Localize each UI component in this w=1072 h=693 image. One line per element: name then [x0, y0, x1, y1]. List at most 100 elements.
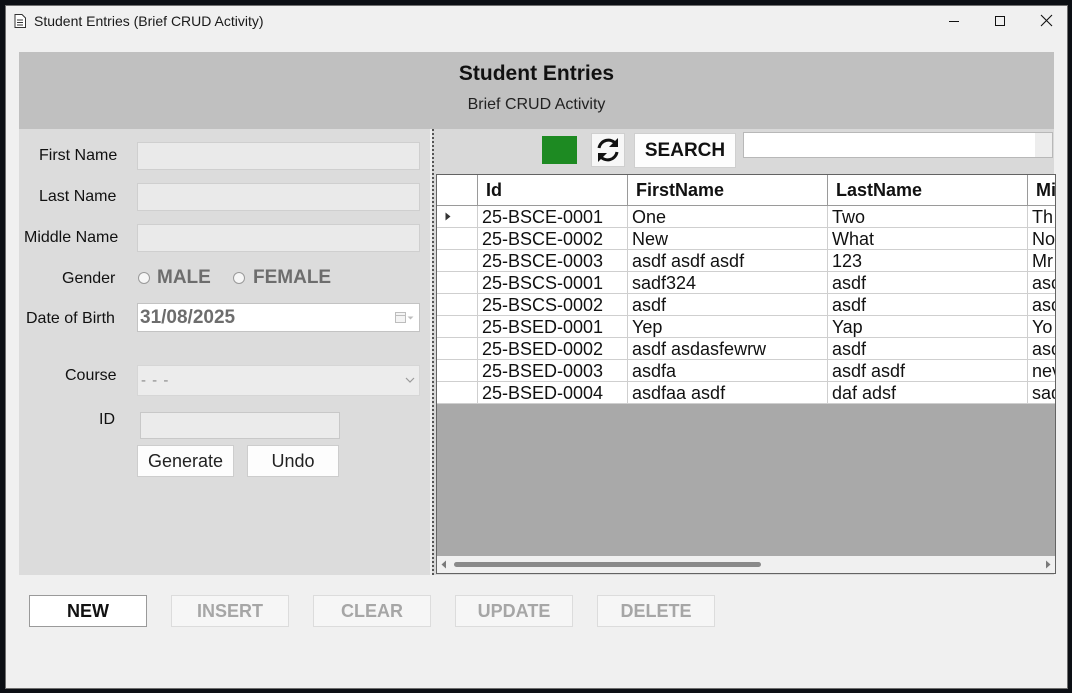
male-radio-label[interactable]: MALE [157, 267, 211, 289]
row-header-cell[interactable] [437, 382, 478, 403]
id-field[interactable] [140, 412, 340, 439]
male-radio[interactable] [138, 272, 150, 284]
search-input[interactable] [744, 133, 1036, 159]
table-cell[interactable]: asdf [828, 272, 1028, 293]
table-cell[interactable]: asdfa [628, 360, 828, 381]
first-name-field[interactable] [137, 142, 420, 170]
table-cell[interactable]: Yep [628, 316, 828, 337]
table-cell[interactable]: sadf324 [628, 272, 828, 293]
maximize-button[interactable] [978, 6, 1024, 36]
first-name-label: First Name [39, 147, 118, 164]
title-bar[interactable]: Student Entries (Brief CRUD Activity) [6, 6, 1067, 38]
table-cell[interactable]: asc [1028, 294, 1055, 315]
close-button[interactable] [1024, 6, 1067, 36]
update-button[interactable]: UPDATE [455, 595, 573, 627]
row-header-cell[interactable] [437, 228, 478, 249]
generate-button[interactable]: Generate [137, 445, 234, 477]
table-cell[interactable]: Two [828, 206, 1028, 227]
new-button[interactable]: NEW [29, 595, 147, 627]
undo-button[interactable]: Undo [247, 445, 339, 477]
clear-button[interactable]: CLEAR [313, 595, 431, 627]
row-header-cell[interactable] [437, 360, 478, 381]
table-cell[interactable]: What [828, 228, 1028, 249]
table-row[interactable]: 25-BSCE-0002 New What No [437, 228, 1055, 250]
row-header-cell[interactable] [437, 206, 478, 227]
refresh-icon [597, 138, 619, 162]
table-cell[interactable]: 25-BSCE-0003 [478, 250, 628, 271]
table-cell[interactable]: New [628, 228, 828, 249]
insert-button[interactable]: INSERT [171, 595, 289, 627]
table-row[interactable]: 25-BSED-0004asdfaa asdfdaf adsfsad [437, 382, 1055, 404]
app-window: Student Entries (Brief CRUD Activity) St… [5, 5, 1068, 689]
minimize-button[interactable] [932, 6, 978, 36]
table-cell[interactable]: Mr [1028, 250, 1055, 271]
delete-button[interactable]: DELETE [597, 595, 715, 627]
row-header-cell[interactable] [437, 272, 478, 293]
table-row[interactable]: 25-BSCE-0003 asdf asdf asdf 123 Mr [437, 250, 1055, 272]
table-cell[interactable]: 25-BSED-0004 [478, 382, 628, 403]
female-radio[interactable] [233, 272, 245, 284]
table-cell[interactable]: asdf [628, 294, 828, 315]
column-header-id[interactable]: Id [478, 175, 628, 205]
current-row-icon [445, 212, 451, 221]
table-cell[interactable]: Yo [1028, 316, 1055, 337]
course-select[interactable]: - - - [137, 365, 420, 396]
table-cell[interactable]: nev [1028, 360, 1055, 381]
table-cell[interactable]: asdf [828, 338, 1028, 359]
scroll-left-icon[interactable] [440, 560, 448, 569]
table-cell[interactable]: asdf asdasfewrw [628, 338, 828, 359]
middle-name-field[interactable] [137, 224, 420, 252]
course-value: - - - [141, 372, 170, 389]
id-label: ID [99, 411, 115, 428]
table-row[interactable]: 25-BSCS-0001sadf324asdfasc [437, 272, 1055, 294]
table-cell[interactable]: 25-BSCS-0002 [478, 294, 628, 315]
table-cell[interactable]: 25-BSCE-0002 [478, 228, 628, 249]
search-input-box[interactable] [743, 132, 1053, 159]
table-cell[interactable]: 25-BSED-0003 [478, 360, 628, 381]
table-cell[interactable]: Yap [828, 316, 1028, 337]
table-cell[interactable]: 25-BSCS-0001 [478, 272, 628, 293]
window-title: Student Entries (Brief CRUD Activity) [34, 13, 264, 29]
table-cell[interactable]: asc [1028, 272, 1055, 293]
table-cell[interactable]: One [628, 206, 828, 227]
table-cell[interactable]: sad [1028, 382, 1055, 403]
refresh-button[interactable] [591, 133, 625, 167]
row-header-cell[interactable] [437, 338, 478, 359]
last-name-field[interactable] [137, 183, 420, 211]
table-row[interactable]: 25-BSED-0002asdf asdasfewrwasdfasc [437, 338, 1055, 360]
table-cell[interactable]: 25-BSED-0001 [478, 316, 628, 337]
scroll-thumb[interactable] [454, 562, 761, 567]
female-radio-label[interactable]: FEMALE [253, 267, 331, 289]
table-cell[interactable]: No [1028, 228, 1055, 249]
column-header-lastname[interactable]: LastName [828, 175, 1028, 205]
dob-picker[interactable]: 31/08/2025 [137, 303, 420, 332]
horizontal-scrollbar[interactable] [437, 556, 1055, 573]
table-cell[interactable]: asdf asdf [828, 360, 1028, 381]
table-cell[interactable]: 25-BSED-0002 [478, 338, 628, 359]
table-cell[interactable]: Th [1028, 206, 1055, 227]
table-cell[interactable]: asdf [828, 294, 1028, 315]
calendar-dropdown-icon[interactable] [395, 312, 415, 324]
table-rows: Id FirstName LastName Mi 25-BSCE-0001 One… [437, 175, 1055, 404]
search-button[interactable]: SEARCH [634, 133, 736, 168]
scroll-right-icon[interactable] [1044, 560, 1052, 569]
table-row[interactable]: 25-BSCS-0002asdfasdfasc [437, 294, 1055, 316]
column-header-firstname[interactable]: FirstName [628, 175, 828, 205]
table-cell[interactable]: 123 [828, 250, 1028, 271]
row-header-cell[interactable] [437, 250, 478, 271]
table-cell[interactable]: daf adsf [828, 382, 1028, 403]
students-table[interactable]: Id FirstName LastName Mi 25-BSCE-0001 One… [436, 174, 1056, 574]
table-cell[interactable]: 25-BSCE-0001 [478, 206, 628, 227]
column-header-middlename[interactable]: Mi [1028, 175, 1055, 205]
row-header-cell[interactable] [437, 294, 478, 315]
row-header-cell[interactable] [437, 316, 478, 337]
table-row[interactable]: 25-BSED-0003asdfaasdf asdfnev [437, 360, 1055, 382]
table-header: Id FirstName LastName Mi [437, 175, 1055, 206]
table-cell[interactable]: asdfaa asdf [628, 382, 828, 403]
table-row[interactable]: 25-BSED-0001 Yep Yap Yo [437, 316, 1055, 338]
table-cell[interactable]: asdf asdf asdf [628, 250, 828, 271]
records-panel: SEARCH Id FirstName LastName Mi 25-BSCE-… [432, 129, 1056, 575]
table-cell[interactable]: asc [1028, 338, 1055, 359]
close-icon [1040, 14, 1053, 27]
table-row[interactable]: 25-BSCE-0001 One Two Th [437, 206, 1055, 228]
